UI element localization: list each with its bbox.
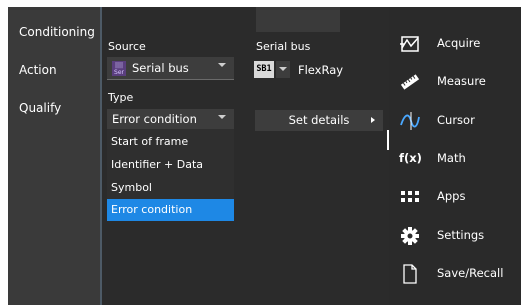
menu-item-label: Measure [437,74,486,88]
dropdown-option-selected[interactable]: Error condition [107,199,234,221]
nav-item-conditioning[interactable]: Conditioning [19,25,95,39]
menu-item-measure[interactable]: Measure [389,63,521,101]
type-label: Type [108,91,134,104]
serial-bus-value: FlexRay [298,63,344,77]
window-frame-left [0,0,8,305]
math-icon: f(x) [399,151,422,165]
trigger-settings-panel: Source |||| Ser Serial bus Serial bus SB1… [102,7,389,305]
chevron-down-icon [218,115,226,119]
menu-item-cursor[interactable]: Cursor [389,102,521,140]
chevron-down-icon [279,67,287,71]
source-value: Serial bus [132,61,189,75]
document-icon [403,264,417,284]
menu-item-label: Math [437,151,466,165]
menu-item-label: Cursor [437,113,475,127]
menu-item-label: Acquire [437,36,481,50]
menu-item-save-recall[interactable]: Save/Recall [389,255,521,293]
serial-bus-select[interactable] [276,61,290,78]
nav-item-action[interactable]: Action [19,63,57,77]
gear-icon [401,227,419,245]
source-label: Source [108,40,146,53]
menu-item-label: Apps [437,189,466,203]
dropdown-option[interactable]: Start of frame [107,131,234,153]
source-dropdown[interactable]: |||| Ser Serial bus [107,57,234,80]
nav-item-qualify[interactable]: Qualify [19,101,61,115]
cursor-icon [400,112,420,130]
ruler-icon [400,74,420,90]
menu-item-math[interactable]: f(x) Math [389,140,521,178]
top-control-box[interactable] [256,7,340,32]
set-details-button[interactable]: Set details [255,110,383,131]
type-dropdown[interactable]: Error condition [107,109,234,130]
chevron-right-icon [371,117,375,123]
menu-item-apps[interactable]: Apps [389,178,521,216]
serial-bus-badge: SB1 [254,61,274,78]
serial-bus-label: Serial bus [256,40,311,53]
menu-item-label: Settings [437,228,485,242]
dropdown-option[interactable]: Identifier + Data [107,154,234,176]
type-dropdown-list: Start of frame Identifier + Data Symbol … [107,129,234,221]
apps-icon [401,191,419,202]
dropdown-option[interactable]: Symbol [107,177,234,199]
window-frame-top [0,0,529,7]
menu-item-label: Save/Recall [437,266,504,280]
menu-item-settings[interactable]: Settings [389,217,521,255]
serial-bus-icon: |||| Ser [112,61,126,76]
acquire-icon [400,36,419,52]
window-frame-right [521,0,529,305]
set-details-label: Set details [288,113,350,127]
menu-item-acquire[interactable]: Acquire [389,25,521,63]
type-value: Error condition [112,112,197,126]
right-menu-panel: Acquire Measure Cursor f(x) Math Apps Se… [389,7,521,305]
left-nav-panel: Conditioning Action Qualify [8,7,102,305]
chevron-down-icon [218,63,226,67]
